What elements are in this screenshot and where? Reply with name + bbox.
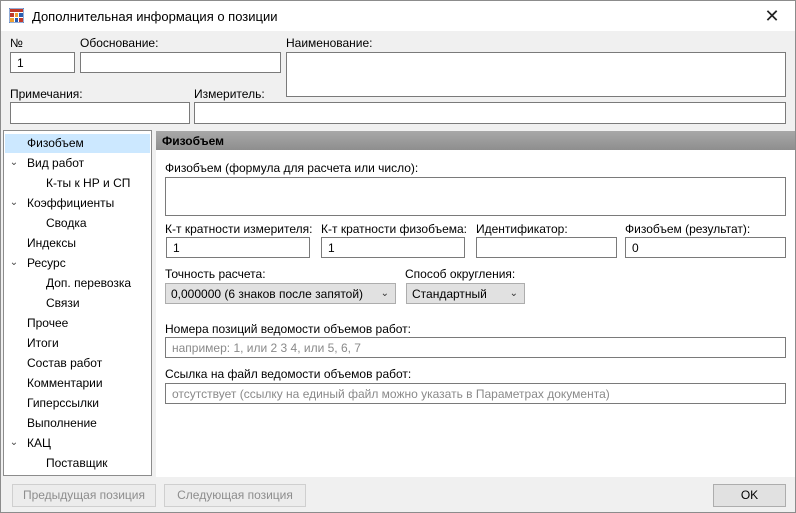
tree-item-kac[interactable]: КАЦ bbox=[27, 434, 51, 453]
chevron-down-icon[interactable]: ⌄ bbox=[7, 157, 21, 168]
ok-button[interactable]: OK bbox=[713, 484, 786, 507]
tree-item-nr-sp-coefficients[interactable]: К-ты к НР и СП bbox=[46, 174, 130, 193]
basis-input[interactable] bbox=[80, 52, 281, 73]
tree-item-label: Физобъем bbox=[27, 136, 84, 150]
next-position-button[interactable]: Следующая позиция bbox=[164, 484, 306, 507]
volume-multiplicity-input[interactable]: 1 bbox=[321, 237, 465, 258]
tree-item-supplier[interactable]: Поставщик bbox=[46, 454, 108, 473]
chevron-down-icon: ⌄ bbox=[509, 288, 518, 299]
window-title: Дополнительная информация о позиции bbox=[32, 9, 278, 24]
file-link-placeholder: отсутствует (ссылку на единый файл можно… bbox=[172, 387, 610, 401]
name-label: Наименование: bbox=[286, 36, 373, 50]
precision-select[interactable]: 0,000000 (6 знаков после запятой) ⌄ bbox=[165, 283, 396, 304]
tree-item-extra-transport[interactable]: Доп. перевозка bbox=[46, 274, 131, 293]
result-input[interactable]: 0 bbox=[625, 237, 786, 258]
number-label: № bbox=[10, 36, 23, 50]
unit-label: Измеритель: bbox=[194, 87, 265, 101]
unit-multiplicity-input[interactable]: 1 bbox=[166, 237, 310, 258]
result-label: Физобъем (результат): bbox=[625, 222, 751, 236]
tree-item-coefficients[interactable]: Коэффициенты bbox=[27, 194, 114, 213]
tree-item-work-type[interactable]: Вид работ bbox=[27, 154, 84, 173]
navigation-tree: Физобъем ⌄ Вид работ К-ты к НР и СП ⌄ Ко… bbox=[3, 130, 152, 476]
table-grid-icon bbox=[9, 8, 24, 23]
formula-label: Физобъем (формула для расчета или число)… bbox=[165, 161, 419, 175]
tree-item-comments[interactable]: Комментарии bbox=[27, 374, 103, 393]
tree-item-indexes[interactable]: Индексы bbox=[27, 234, 76, 253]
identifier-label: Идентификатор: bbox=[476, 222, 568, 236]
file-link-label: Ссылка на файл ведомости объемов работ: bbox=[165, 367, 412, 381]
chevron-down-icon[interactable]: ⌄ bbox=[7, 197, 21, 208]
precision-label: Точность расчета: bbox=[165, 267, 266, 281]
tree-item-physical-volume[interactable]: Физобъем bbox=[5, 134, 150, 153]
panel-header: Физобъем bbox=[156, 131, 795, 150]
title-bar: Дополнительная информация о позиции ✕ bbox=[1, 1, 795, 31]
close-icon: ✕ bbox=[764, 5, 780, 26]
tree-item-execution[interactable]: Выполнение bbox=[27, 414, 97, 433]
rounding-value: Стандартный bbox=[412, 287, 487, 301]
notes-label: Примечания: bbox=[10, 87, 83, 101]
chevron-down-icon[interactable]: ⌄ bbox=[7, 257, 21, 268]
chevron-down-icon: ⌄ bbox=[380, 288, 389, 299]
tree-item-hyperlinks[interactable]: Гиперссылки bbox=[27, 394, 99, 413]
chevron-down-icon[interactable]: ⌄ bbox=[7, 437, 21, 448]
precision-value: 0,000000 (6 знаков после запятой) bbox=[171, 287, 364, 301]
tree-item-work-composition[interactable]: Состав работ bbox=[27, 354, 102, 373]
volume-multiplicity-label: К-т кратности физобъема: bbox=[321, 222, 468, 236]
file-link-input[interactable]: отсутствует (ссылку на единый файл можно… bbox=[165, 383, 786, 404]
name-input[interactable] bbox=[286, 52, 786, 97]
physical-volume-panel: Физобъем Физобъем (формула для расчета и… bbox=[156, 131, 795, 477]
tree-item-resource[interactable]: Ресурс bbox=[27, 254, 66, 273]
notes-input[interactable] bbox=[10, 102, 190, 124]
number-input[interactable]: 1 bbox=[10, 52, 75, 73]
dialog-window: Дополнительная информация о позиции ✕ № … bbox=[0, 0, 796, 513]
rounding-select[interactable]: Стандартный ⌄ bbox=[406, 283, 525, 304]
previous-position-button[interactable]: Предыдущая позиция bbox=[12, 484, 156, 507]
position-numbers-label: Номера позиций ведомости объемов работ: bbox=[165, 322, 411, 336]
basis-label: Обоснование: bbox=[80, 36, 159, 50]
tree-item-links[interactable]: Связи bbox=[46, 294, 80, 313]
rounding-label: Способ округления: bbox=[405, 267, 516, 281]
formula-input[interactable] bbox=[165, 177, 786, 216]
close-button[interactable]: ✕ bbox=[749, 1, 795, 31]
unit-multiplicity-label: К-т кратности измерителя: bbox=[165, 222, 313, 236]
position-numbers-input[interactable]: например: 1, или 2 3 4, или 5, 6, 7 bbox=[165, 337, 786, 358]
tree-item-other[interactable]: Прочее bbox=[27, 314, 68, 333]
tree-item-totals[interactable]: Итоги bbox=[27, 334, 59, 353]
panel-title: Физобъем bbox=[162, 134, 225, 148]
identifier-input[interactable] bbox=[476, 237, 617, 258]
tree-item-summary[interactable]: Сводка bbox=[46, 214, 87, 233]
unit-input[interactable] bbox=[194, 102, 786, 124]
position-numbers-placeholder: например: 1, или 2 3 4, или 5, 6, 7 bbox=[172, 341, 361, 355]
